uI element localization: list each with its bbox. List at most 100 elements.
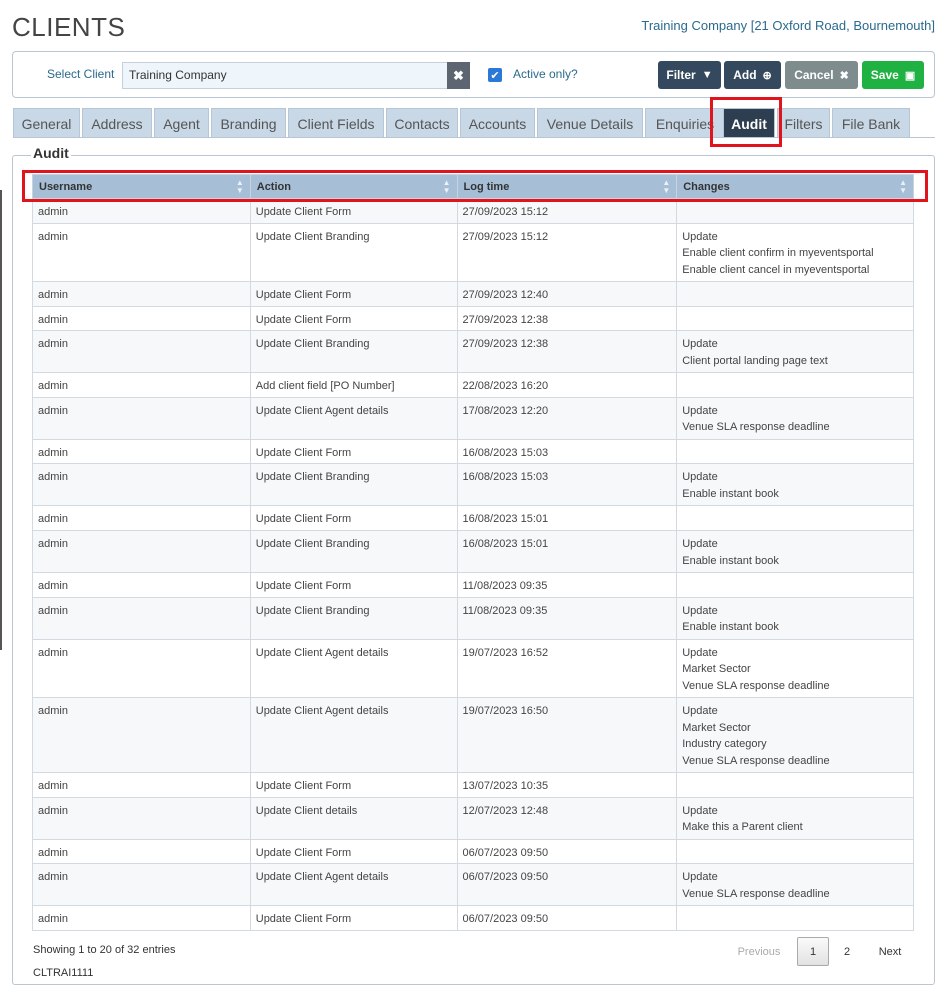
table-row: admin Update Client Form 11/08/2023 09:35 — [32, 572, 914, 598]
select-client-label: Select Client — [47, 67, 115, 81]
cell-changes — [676, 372, 914, 398]
change-line: Make this a Parent client — [682, 821, 803, 834]
active-only-checkbox[interactable]: ✔ — [488, 68, 502, 82]
cell-log-time: 27/09/2023 12:40 — [456, 281, 678, 307]
plus-circle-icon: ⊕ — [762, 69, 772, 82]
cell-action: Update Client Agent details — [249, 638, 458, 699]
add-button[interactable]: Add ⊕ — [724, 61, 781, 89]
tab-underline — [13, 137, 935, 138]
table-row: admin Update Client Agent details 06/07/20… — [32, 863, 914, 907]
select-client-input[interactable]: Training Company — [122, 62, 448, 89]
tab-venue-details[interactable]: Venue Details — [537, 108, 643, 138]
cell-username: admin — [32, 572, 251, 598]
tab-accounts[interactable]: Accounts — [460, 108, 535, 138]
cell-action: Update Client Form — [249, 198, 458, 224]
change-line: Update — [682, 804, 718, 817]
tab-address[interactable]: Address — [82, 108, 152, 138]
tab-client-fields[interactable]: Client Fields — [288, 108, 384, 138]
cell-changes: Update Enable instant book — [676, 596, 914, 640]
cell-action: Add client field [PO Number] — [249, 372, 458, 398]
table-row: admin Update Client Branding 16/08/2023 15… — [32, 463, 914, 507]
save-button[interactable]: Save ▣ — [862, 61, 924, 89]
table-row: admin Update Client Form 27/09/2023 12:38 — [32, 305, 914, 332]
change-line: Market Sector — [682, 721, 751, 734]
table-row: admin Update Client Branding 27/09/2023 12… — [32, 330, 914, 374]
table-row: admin Update Client Form 13/07/2023 10:35 — [32, 772, 914, 798]
cell-changes: Update Make this a Parent client — [676, 796, 914, 840]
tab-general[interactable]: General — [13, 108, 80, 138]
cell-changes: Update Venue SLA response deadline — [676, 863, 914, 907]
table-row: admin Update Client Branding 16/08/2023 15… — [32, 530, 914, 574]
table-row: admin Update Client Branding 27/09/2023 15… — [32, 222, 914, 283]
change-line: Update — [682, 646, 718, 659]
change-line: Update — [682, 871, 718, 884]
table-row: admin Update Client details 12/07/2023 12:… — [32, 796, 914, 840]
cell-log-time: 11/08/2023 09:35 — [456, 596, 678, 640]
change-line: Enable instant book — [682, 487, 779, 500]
table-info: Showing 1 to 20 of 32 entries — [33, 944, 176, 956]
tab-filters[interactable]: Filters — [777, 108, 830, 138]
cell-username: admin — [32, 438, 251, 465]
change-line: Update — [682, 230, 718, 243]
cell-action: Update Client Form — [249, 572, 458, 598]
tab-file-bank[interactable]: File Bank — [832, 108, 910, 138]
close-icon: ✖ — [839, 69, 849, 82]
tab-contacts[interactable]: Contacts — [386, 108, 458, 138]
cell-action: Update Client Branding — [249, 330, 458, 374]
cell-log-time: 11/08/2023 09:35 — [456, 572, 678, 598]
cell-changes: Update Venue SLA response deadline — [676, 396, 914, 440]
pagination-page-2[interactable]: 2 — [832, 937, 862, 966]
cell-changes — [676, 281, 914, 307]
change-line: Client portal landing page text — [682, 354, 828, 367]
header-row-highlight — [22, 170, 928, 202]
table-row: admin Update Client Form 27/09/2023 15:12 — [32, 198, 914, 224]
window-edge — [0, 190, 2, 650]
tab-agent[interactable]: Agent — [154, 108, 209, 138]
cell-action: Update Client Agent details — [249, 697, 458, 774]
client-code: CLTRAI1111 — [33, 967, 94, 979]
change-line: Industry category — [682, 738, 767, 751]
table-row: admin Add client field [PO Number] 22/08/2… — [32, 372, 914, 398]
cell-action: Update Client Form — [249, 281, 458, 307]
change-line: Enable instant book — [682, 621, 779, 634]
cell-action: Update Client Form — [249, 305, 458, 332]
change-line: Market Sector — [682, 663, 751, 676]
cell-log-time: 16/08/2023 15:03 — [456, 438, 678, 465]
cell-action: Update Client Branding — [249, 530, 458, 574]
cell-action: Update Client Form — [249, 505, 458, 532]
cell-log-time: 12/07/2023 12:48 — [456, 796, 678, 840]
floppy-disk-icon: ▣ — [904, 69, 916, 82]
cell-changes — [676, 438, 914, 465]
cell-username: admin — [32, 463, 251, 507]
pagination-next[interactable]: Next — [870, 937, 910, 966]
audit-table: Username ▲ ▼ Action ▲ ▼ Log time ▲ ▼ Changes ▲ ▼… — [32, 174, 914, 931]
cell-log-time: 27/09/2023 12:38 — [456, 330, 678, 374]
cell-changes — [676, 198, 914, 224]
change-line: Update — [682, 404, 718, 417]
audit-table-body: admin Update Client Form 27/09/2023 15:12 a… — [32, 198, 914, 931]
filter-button-label: Filter — [666, 68, 696, 82]
cell-log-time: 19/07/2023 16:50 — [456, 697, 678, 774]
tab-branding[interactable]: Branding — [211, 108, 286, 138]
pagination-previous[interactable]: Previous — [729, 937, 789, 966]
cell-log-time: 06/07/2023 09:50 — [456, 838, 678, 865]
audit-legend: Audit — [31, 145, 71, 161]
cell-username: admin — [32, 638, 251, 699]
cell-username: admin — [32, 863, 251, 907]
cell-log-time: 06/07/2023 09:50 — [456, 863, 678, 907]
cell-log-time: 13/07/2023 10:35 — [456, 772, 678, 798]
cell-username: admin — [32, 505, 251, 532]
change-line: Update — [682, 338, 718, 351]
change-line: Update — [682, 604, 718, 617]
pagination-page-1[interactable]: 1 — [797, 937, 829, 966]
cell-changes — [676, 572, 914, 598]
cancel-button[interactable]: Cancel ✖ — [785, 61, 858, 89]
cell-log-time: 16/08/2023 15:03 — [456, 463, 678, 507]
cell-changes — [676, 772, 914, 798]
clear-select-button[interactable]: ✖ — [447, 62, 470, 89]
filter-button[interactable]: Filter ▼ — [658, 61, 721, 89]
cell-username: admin — [32, 596, 251, 640]
current-company-link[interactable]: Training Company [21 Oxford Road, Bourne… — [641, 18, 935, 33]
cell-changes — [676, 838, 914, 865]
active-only-label: Active only? — [513, 67, 578, 81]
